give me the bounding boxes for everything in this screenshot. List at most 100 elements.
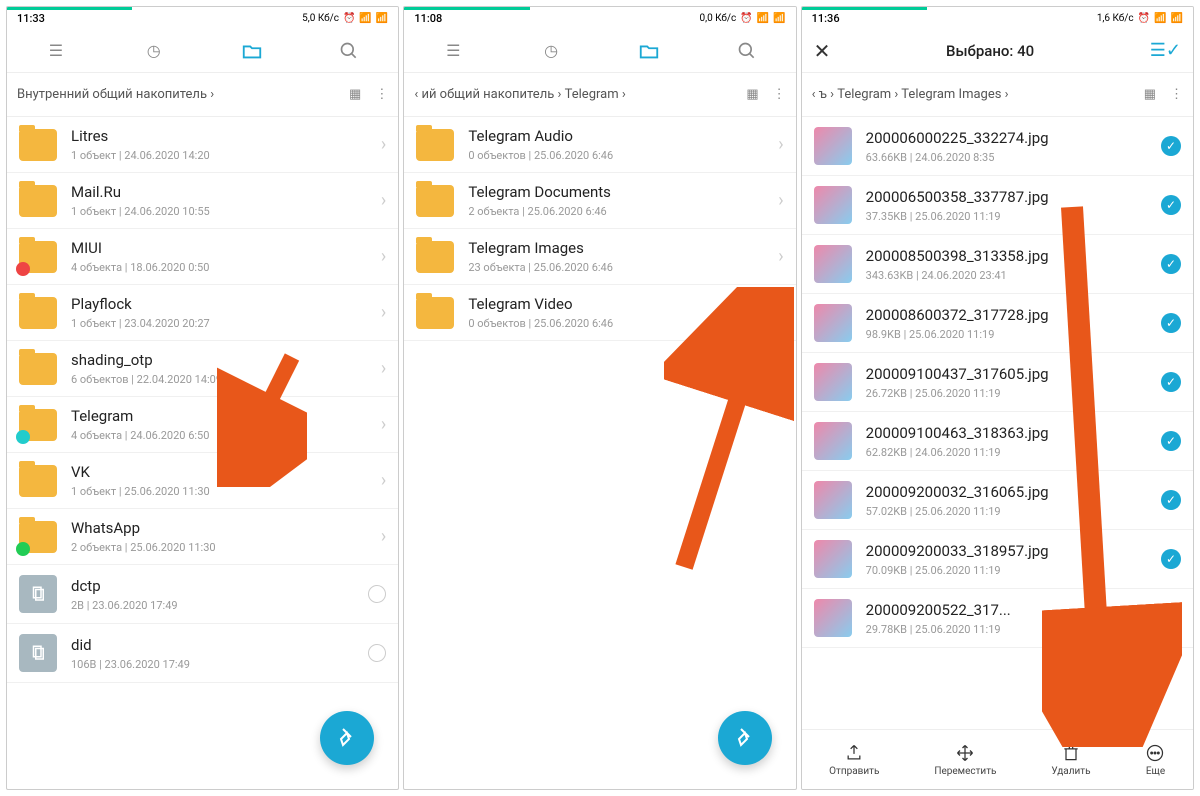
item-sub: 23 объекта | 25.06.2020 6:46	[468, 261, 772, 274]
action-label: Отправить	[829, 766, 879, 777]
chevron-icon: ›	[381, 190, 386, 211]
folder-item[interactable]: MIUI4 объекта | 18.06.2020 0:50›	[7, 229, 398, 285]
item-name: shading_otp	[71, 351, 375, 369]
move-button[interactable]: Переместить	[934, 743, 996, 777]
image-item[interactable]: 200008500398_313358.jpg 343.63KB | 24.06.…	[802, 235, 1193, 294]
item-sub: 98.9KB | 25.06.2020 11:19	[866, 328, 1155, 341]
item-sub: 26.72KB | 25.06.2020 11:19	[866, 387, 1155, 400]
check-icon[interactable]: ✓	[1161, 431, 1181, 451]
search-icon[interactable]	[736, 40, 758, 62]
item-name: 200006500358_337787.jpg	[866, 188, 1155, 206]
image-item[interactable]: 200009100437_317605.jpg26.72KB | 25.06.2…	[802, 353, 1193, 412]
item-name: Playflock	[71, 295, 375, 313]
folder-item[interactable]: Litres1 объект | 24.06.2020 14:20›	[7, 117, 398, 173]
folder-icon	[416, 129, 454, 161]
action-label: Еще	[1146, 766, 1165, 777]
more-icon[interactable]: ⋮	[1170, 87, 1183, 102]
file-icon	[19, 575, 57, 613]
check-icon[interactable]: ✓	[1161, 195, 1181, 215]
breadcrumb[interactable]: Внутренний общий накопитель › ▦ ⋮	[7, 73, 398, 117]
folder-icon	[19, 409, 57, 441]
image-item[interactable]: 200009200522_317...29.78KB | 25.06.2020 …	[802, 589, 1193, 648]
item-sub: 106B | 23.06.2020 17:49	[71, 658, 362, 671]
radio-empty[interactable]	[368, 644, 386, 662]
chevron-icon: ›	[381, 302, 386, 323]
close-icon[interactable]: ✕	[814, 39, 831, 63]
folder-tab-icon[interactable]	[638, 40, 660, 62]
image-thumb	[814, 363, 852, 401]
folder-item[interactable]: shading_otp6 объектов | 22.04.2020 14:09…	[7, 341, 398, 397]
check-icon[interactable]: ✓	[1161, 490, 1181, 510]
grid-view-icon[interactable]: ▦	[1144, 87, 1156, 102]
grid-view-icon[interactable]: ▦	[349, 87, 361, 102]
more-button[interactable]: Еще	[1145, 743, 1165, 777]
folder-item[interactable]: Telegram Video0 объектов | 25.06.2020 6:…	[404, 285, 795, 341]
item-name: WhatsApp	[71, 519, 375, 537]
image-thumb	[814, 186, 852, 224]
clean-fab[interactable]	[320, 711, 374, 765]
menu-icon[interactable]: ☰	[442, 40, 464, 62]
send-button[interactable]: Отправить	[829, 743, 879, 777]
more-icon[interactable]: ⋮	[375, 87, 388, 102]
phone-screen-3: 11:36 1,6 Кб/с ⏰ 📶 📶 ✕ Выбрано: 40 ☰✓ ‹ …	[801, 6, 1194, 790]
clock-icon[interactable]: ◷	[540, 40, 562, 62]
folder-icon	[19, 521, 57, 553]
folder-item[interactable]: Telegram Audio0 объектов | 25.06.2020 6:…	[404, 117, 795, 173]
folder-tab-icon[interactable]	[241, 40, 263, 62]
check-icon[interactable]: ✓	[1161, 254, 1181, 274]
search-icon[interactable]	[338, 40, 360, 62]
image-item[interactable]: 200006000225_332274.jpg63.66KB | 24.06.2…	[802, 117, 1193, 176]
item-name: 200009200032_316065.jpg	[866, 483, 1155, 501]
action-label: Удалить	[1051, 766, 1090, 777]
item-name: Telegram Images	[468, 239, 772, 257]
chevron-icon: ›	[778, 246, 783, 267]
status-icons: 5,0 Кб/с ⏰ 📶 📶	[302, 13, 388, 24]
folder-item[interactable]: Telegram Documents2 объекта | 25.06.2020…	[404, 173, 795, 229]
select-all-icon[interactable]: ☰✓	[1150, 40, 1181, 61]
item-sub: 1 объект | 24.06.2020 14:20	[71, 149, 375, 162]
image-item[interactable]: 200006500358_337787.jpg37.35KB | 25.06.2…	[802, 176, 1193, 235]
breadcrumb[interactable]: ‹ ий общий накопитель › Telegram › ▦ ⋮	[404, 73, 795, 117]
folder-item[interactable]: WhatsApp2 объекта | 25.06.2020 11:30›	[7, 509, 398, 565]
item-sub: 29.78KB | 25.06.2020 11:19	[866, 623, 1155, 636]
check-icon[interactable]: ✓	[1161, 372, 1181, 392]
delete-button[interactable]: Удалить	[1051, 743, 1090, 777]
file-list[interactable]: 200006000225_332274.jpg63.66KB | 24.06.2…	[802, 117, 1193, 727]
item-sub: 70.09KB | 25.06.2020 11:19	[866, 564, 1155, 577]
check-icon[interactable]: ✓	[1161, 549, 1181, 569]
folder-icon	[416, 241, 454, 273]
item-sub: 0 объектов | 25.06.2020 6:46	[468, 149, 772, 162]
net-speed: 1,6 Кб/с	[1097, 13, 1134, 24]
image-item[interactable]: 200009200033_318957.jpg70.09KB | 25.06.2…	[802, 530, 1193, 589]
file-list[interactable]: Telegram Audio0 объектов | 25.06.2020 6:…	[404, 117, 795, 341]
image-item[interactable]: 200009100463_318363.jpg62.82KB | 24.06.2…	[802, 412, 1193, 471]
image-item[interactable]: 200008600372_317728.jpg98.9KB | 25.06.20…	[802, 294, 1193, 353]
folder-item[interactable]: VK1 объект | 25.06.2020 11:30›	[7, 453, 398, 509]
signal-icon: 📶	[1154, 13, 1166, 24]
check-icon[interactable]: ✓	[1161, 608, 1181, 628]
grid-view-icon[interactable]: ▦	[746, 87, 758, 102]
more-icon[interactable]: ⋮	[773, 87, 786, 102]
check-icon[interactable]: ✓	[1161, 313, 1181, 333]
selection-header: ✕ Выбрано: 40 ☰✓	[802, 29, 1193, 73]
clock-icon[interactable]: ◷	[143, 40, 165, 62]
item-name: 200008500398_313358.jpg	[866, 247, 1155, 265]
file-item[interactable]: dctp2B | 23.06.2020 17:49	[7, 565, 398, 624]
radio-empty[interactable]	[368, 585, 386, 603]
check-icon[interactable]: ✓	[1161, 136, 1181, 156]
menu-icon[interactable]: ☰	[45, 40, 67, 62]
file-item[interactable]: did106B | 23.06.2020 17:49	[7, 624, 398, 683]
folder-item[interactable]: Telegram4 объекта | 24.06.2020 6:50›	[7, 397, 398, 453]
item-sub: 57.02KB | 25.06.2020 11:19	[866, 505, 1155, 518]
clean-fab[interactable]	[718, 711, 772, 765]
folder-item[interactable]: Telegram Images 23 объекта | 25.06.2020 6…	[404, 229, 795, 285]
item-sub: 0 объектов | 25.06.2020 6:46	[468, 317, 772, 330]
folder-item[interactable]: Playflock1 объект | 23.04.2020 20:27›	[7, 285, 398, 341]
image-item[interactable]: 200009200032_316065.jpg 57.02KB | 25.06.2…	[802, 471, 1193, 530]
item-sub: 63.66KB | 24.06.2020 8:35	[866, 151, 1155, 164]
folder-item[interactable]: Mail.Ru1 объект | 24.06.2020 10:55›	[7, 173, 398, 229]
action-label: Переместить	[934, 766, 996, 777]
file-list[interactable]: Litres1 объект | 24.06.2020 14:20›Mail.R…	[7, 117, 398, 683]
item-sub: 343.63KB | 24.06.2020 23:41	[866, 269, 1155, 282]
breadcrumb[interactable]: ‹ ъ › Telegram › Telegram Images › ▦ ⋮	[802, 73, 1193, 117]
